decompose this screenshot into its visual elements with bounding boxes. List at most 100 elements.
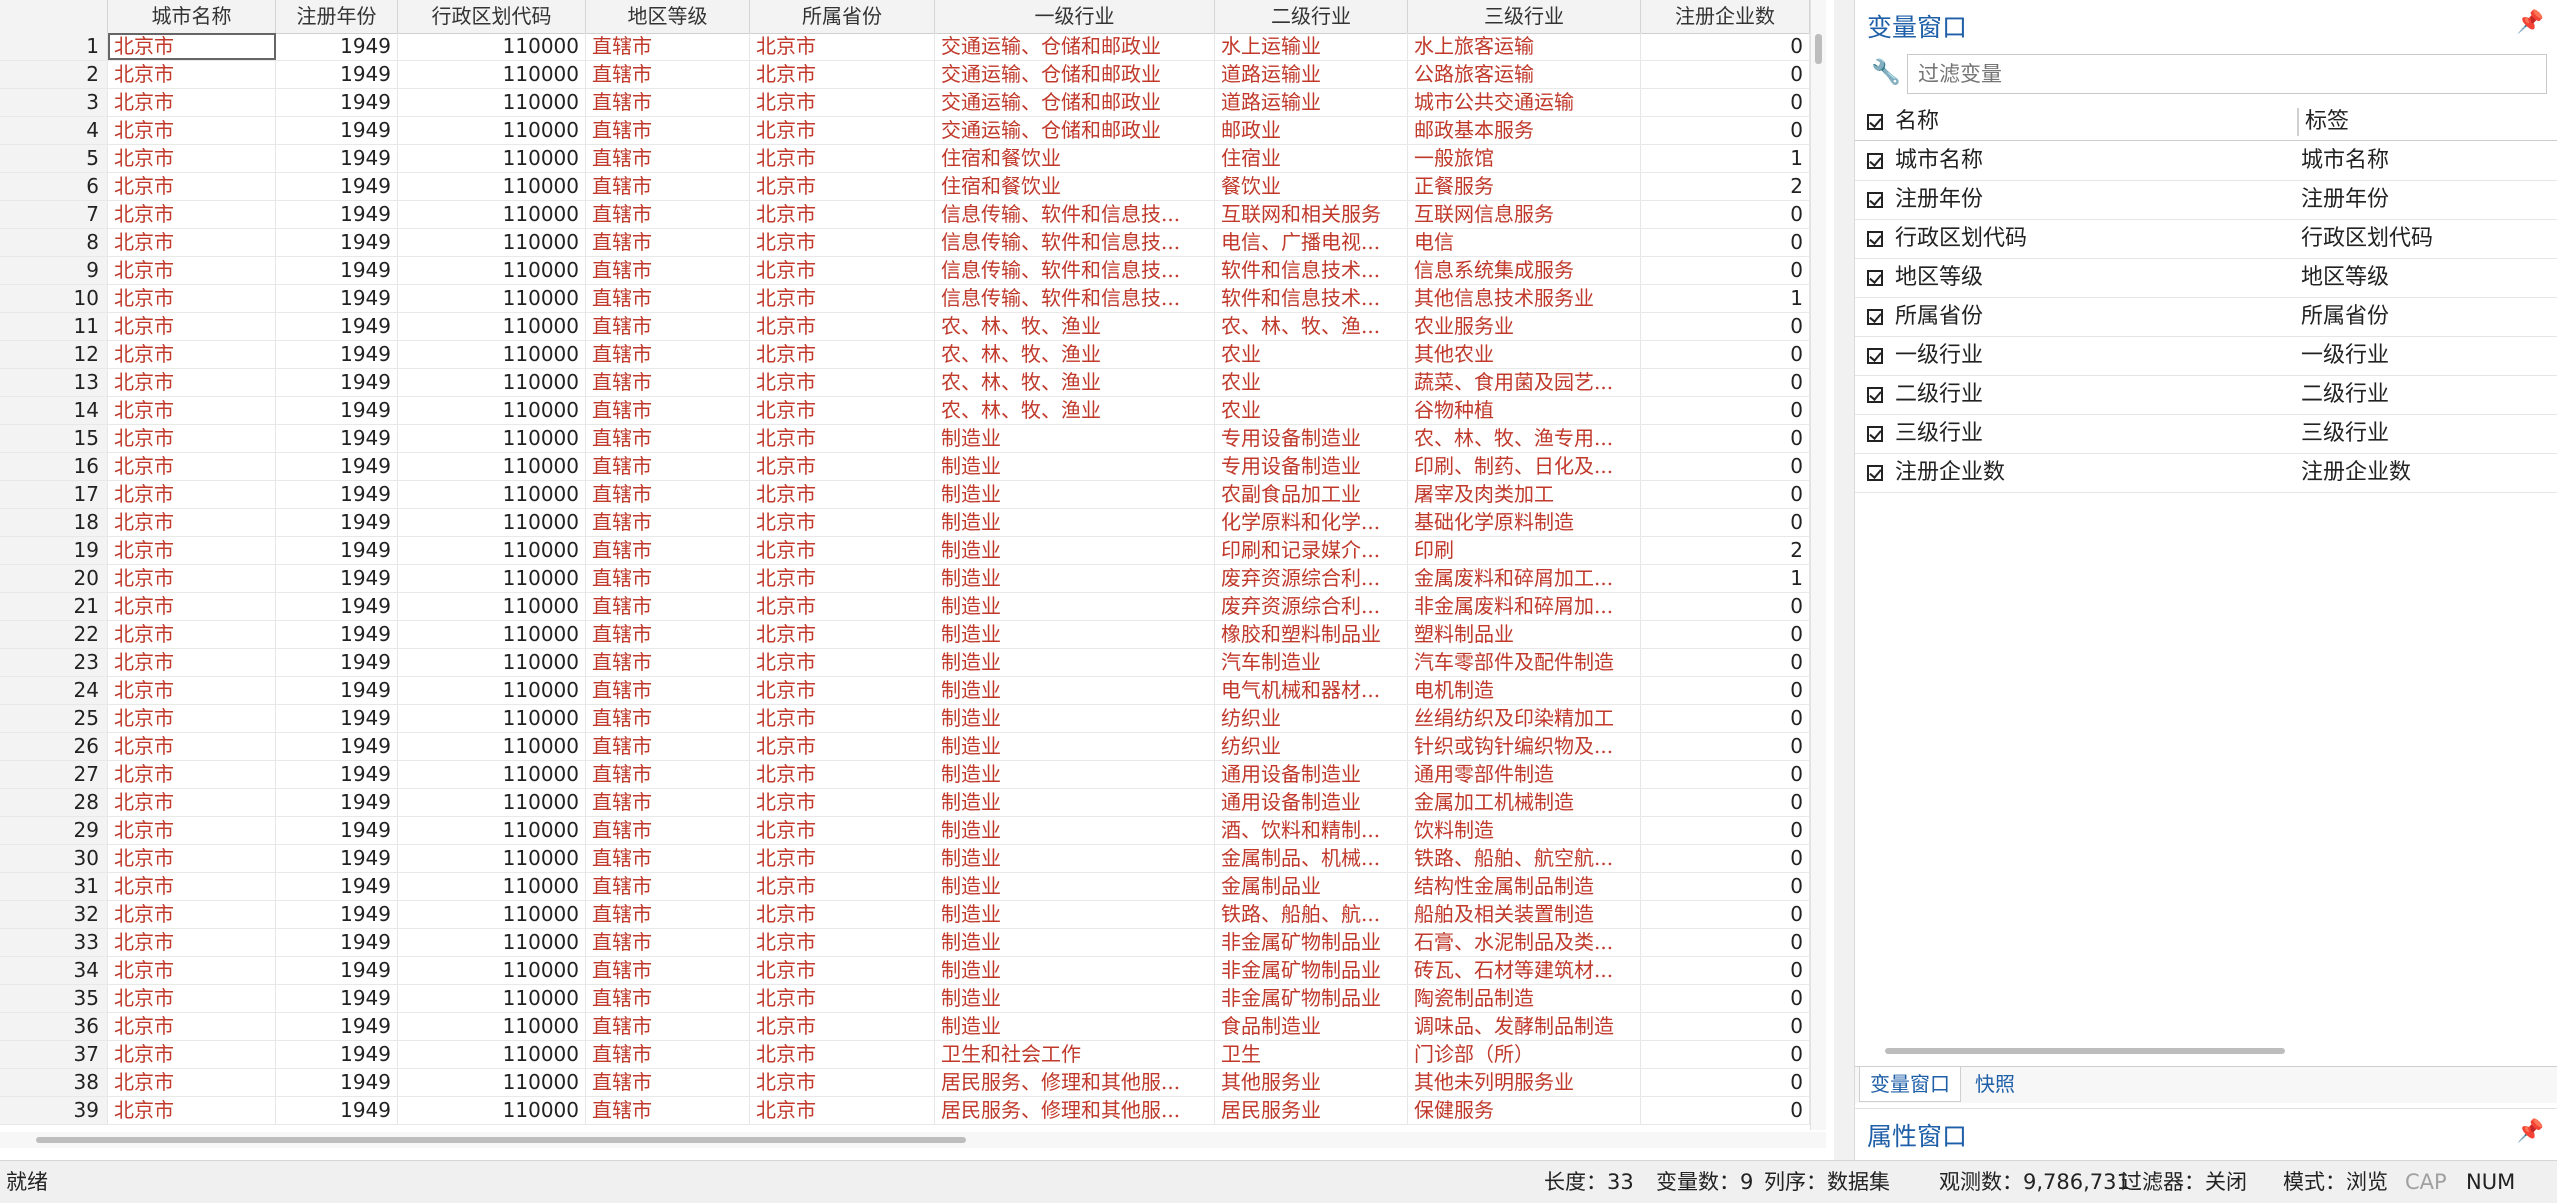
table-cell[interactable]: 1949	[276, 481, 398, 508]
table-cell[interactable]: 1949	[276, 929, 398, 956]
table-cell[interactable]: 0	[1641, 873, 1810, 900]
row-number-cell[interactable]: 20	[0, 565, 108, 592]
table-cell[interactable]: 北京市	[750, 313, 935, 340]
table-cell[interactable]: 居民服务业	[1215, 1097, 1408, 1124]
variable-checkbox[interactable]	[1867, 270, 1883, 286]
panel-splitter[interactable]	[1834, 0, 1854, 1160]
table-cell[interactable]: 专用设备制造业	[1215, 453, 1408, 480]
table-cell[interactable]: 1949	[276, 845, 398, 872]
table-cell[interactable]: 北京市	[750, 565, 935, 592]
table-cell[interactable]: 110000	[398, 761, 586, 788]
table-cell[interactable]: 北京市	[108, 677, 276, 704]
table-row[interactable]: 28 北京市 1949 110000 直辖市 北京市 制造业 通用设备制造业 金属加工机械制造 0	[0, 789, 1810, 817]
table-cell[interactable]: 110000	[398, 789, 586, 816]
table-cell[interactable]: 北京市	[108, 61, 276, 88]
row-number-cell[interactable]: 19	[0, 537, 108, 564]
table-cell[interactable]: 铁路、船舶、航空航...	[1408, 845, 1641, 872]
table-cell[interactable]: 橡胶和塑料制品业	[1215, 621, 1408, 648]
table-cell[interactable]: 0	[1641, 201, 1810, 228]
table-cell[interactable]: 北京市	[108, 565, 276, 592]
table-cell[interactable]: 北京市	[108, 1069, 276, 1096]
table-cell[interactable]: 1949	[276, 369, 398, 396]
table-cell[interactable]: 1949	[276, 789, 398, 816]
table-row[interactable]: 21 北京市 1949 110000 直辖市 北京市 制造业 废弃资源综合利... 非金属废料和…	[0, 593, 1810, 621]
grid-vertical-scroll-thumb[interactable]	[1815, 34, 1822, 64]
table-cell[interactable]: 直辖市	[586, 845, 750, 872]
row-number-cell[interactable]: 25	[0, 705, 108, 732]
table-cell[interactable]: 直辖市	[586, 313, 750, 340]
table-cell[interactable]: 北京市	[750, 285, 935, 312]
table-cell[interactable]: 纺织业	[1215, 733, 1408, 760]
variable-checkbox[interactable]	[1867, 231, 1883, 247]
table-cell[interactable]: 北京市	[750, 705, 935, 732]
table-cell[interactable]: 制造业	[935, 593, 1215, 620]
table-cell[interactable]: 制造业	[935, 649, 1215, 676]
table-cell[interactable]: 110000	[398, 33, 586, 60]
table-cell[interactable]: 110000	[398, 509, 586, 536]
table-cell[interactable]: 1949	[276, 761, 398, 788]
table-cell[interactable]: 1949	[276, 341, 398, 368]
table-cell[interactable]: 1949	[276, 537, 398, 564]
table-cell[interactable]: 制造业	[935, 509, 1215, 536]
table-cell[interactable]: 110000	[398, 985, 586, 1012]
table-row[interactable]: 10 北京市 1949 110000 直辖市 北京市 信息传输、软件和信息技... 软件和信息…	[0, 285, 1810, 313]
table-cell[interactable]: 110000	[398, 817, 586, 844]
table-cell[interactable]: 金属制品、机械...	[1215, 845, 1408, 872]
table-cell[interactable]: 直辖市	[586, 929, 750, 956]
table-cell[interactable]: 基础化学原料制造	[1408, 509, 1641, 536]
table-cell[interactable]: 0	[1641, 593, 1810, 620]
table-cell[interactable]: 0	[1641, 425, 1810, 452]
variable-list-scroll-thumb[interactable]	[1885, 1048, 2285, 1054]
table-cell[interactable]: 直辖市	[586, 117, 750, 144]
table-cell[interactable]: 1949	[276, 173, 398, 200]
table-cell[interactable]: 0	[1641, 1013, 1810, 1040]
table-cell[interactable]: 1949	[276, 89, 398, 116]
table-cell[interactable]: 直辖市	[586, 1097, 750, 1124]
table-row[interactable]: 15 北京市 1949 110000 直辖市 北京市 制造业 专用设备制造业 农、林、牧、渔专用…	[0, 425, 1810, 453]
table-cell[interactable]: 1949	[276, 1041, 398, 1068]
table-row[interactable]: 18 北京市 1949 110000 直辖市 北京市 制造业 化学原料和化学... 基础化学原料…	[0, 509, 1810, 537]
table-cell[interactable]: 北京市	[750, 1041, 935, 1068]
row-number-cell[interactable]: 12	[0, 341, 108, 368]
row-number-cell[interactable]: 18	[0, 509, 108, 536]
table-cell[interactable]: 110000	[398, 285, 586, 312]
table-row[interactable]: 36 北京市 1949 110000 直辖市 北京市 制造业 食品制造业 调味品、发酵制品制造 0	[0, 1013, 1810, 1041]
table-cell[interactable]: 互联网和相关服务	[1215, 201, 1408, 228]
table-cell[interactable]: 0	[1641, 257, 1810, 284]
table-row[interactable]: 19 北京市 1949 110000 直辖市 北京市 制造业 印刷和记录媒介... 印刷 2	[0, 537, 1810, 565]
table-cell[interactable]: 直辖市	[586, 425, 750, 452]
column-header[interactable]: 注册年份	[276, 0, 398, 33]
table-cell[interactable]: 结构性金属制品制造	[1408, 873, 1641, 900]
table-cell[interactable]: 邮政基本服务	[1408, 117, 1641, 144]
table-cell[interactable]: 制造业	[935, 481, 1215, 508]
table-cell[interactable]: 直辖市	[586, 565, 750, 592]
table-row[interactable]: 29 北京市 1949 110000 直辖市 北京市 制造业 酒、饮料和精制... 饮料制造 0	[0, 817, 1810, 845]
table-cell[interactable]: 农、林、牧、渔业	[935, 341, 1215, 368]
row-number-cell[interactable]: 10	[0, 285, 108, 312]
table-cell[interactable]: 北京市	[108, 593, 276, 620]
table-cell[interactable]: 1949	[276, 397, 398, 424]
table-cell[interactable]: 直辖市	[586, 985, 750, 1012]
table-cell[interactable]: 1949	[276, 1013, 398, 1040]
table-cell[interactable]: 0	[1641, 89, 1810, 116]
table-cell[interactable]: 制造业	[935, 425, 1215, 452]
table-cell[interactable]: 1949	[276, 733, 398, 760]
table-cell[interactable]: 0	[1641, 649, 1810, 676]
table-cell[interactable]: 0	[1641, 845, 1810, 872]
table-cell[interactable]: 110000	[398, 1097, 586, 1124]
table-row[interactable]: 14 北京市 1949 110000 直辖市 北京市 农、林、牧、渔业 农业 谷物种植 0	[0, 397, 1810, 425]
table-row[interactable]: 20 北京市 1949 110000 直辖市 北京市 制造业 废弃资源综合利... 金属废料和碎…	[0, 565, 1810, 593]
table-cell[interactable]: 北京市	[108, 229, 276, 256]
table-cell[interactable]: 农业	[1215, 341, 1408, 368]
table-cell[interactable]: 110000	[398, 1069, 586, 1096]
row-number-cell[interactable]: 9	[0, 257, 108, 284]
table-cell[interactable]: 110000	[398, 397, 586, 424]
table-cell[interactable]: 北京市	[108, 901, 276, 928]
table-cell[interactable]: 非金属矿物制品业	[1215, 957, 1408, 984]
table-cell[interactable]: 110000	[398, 677, 586, 704]
table-cell[interactable]: 0	[1641, 677, 1810, 704]
table-cell[interactable]: 直辖市	[586, 257, 750, 284]
table-cell[interactable]: 饮料制造	[1408, 817, 1641, 844]
table-cell[interactable]: 北京市	[750, 621, 935, 648]
table-cell[interactable]: 110000	[398, 369, 586, 396]
